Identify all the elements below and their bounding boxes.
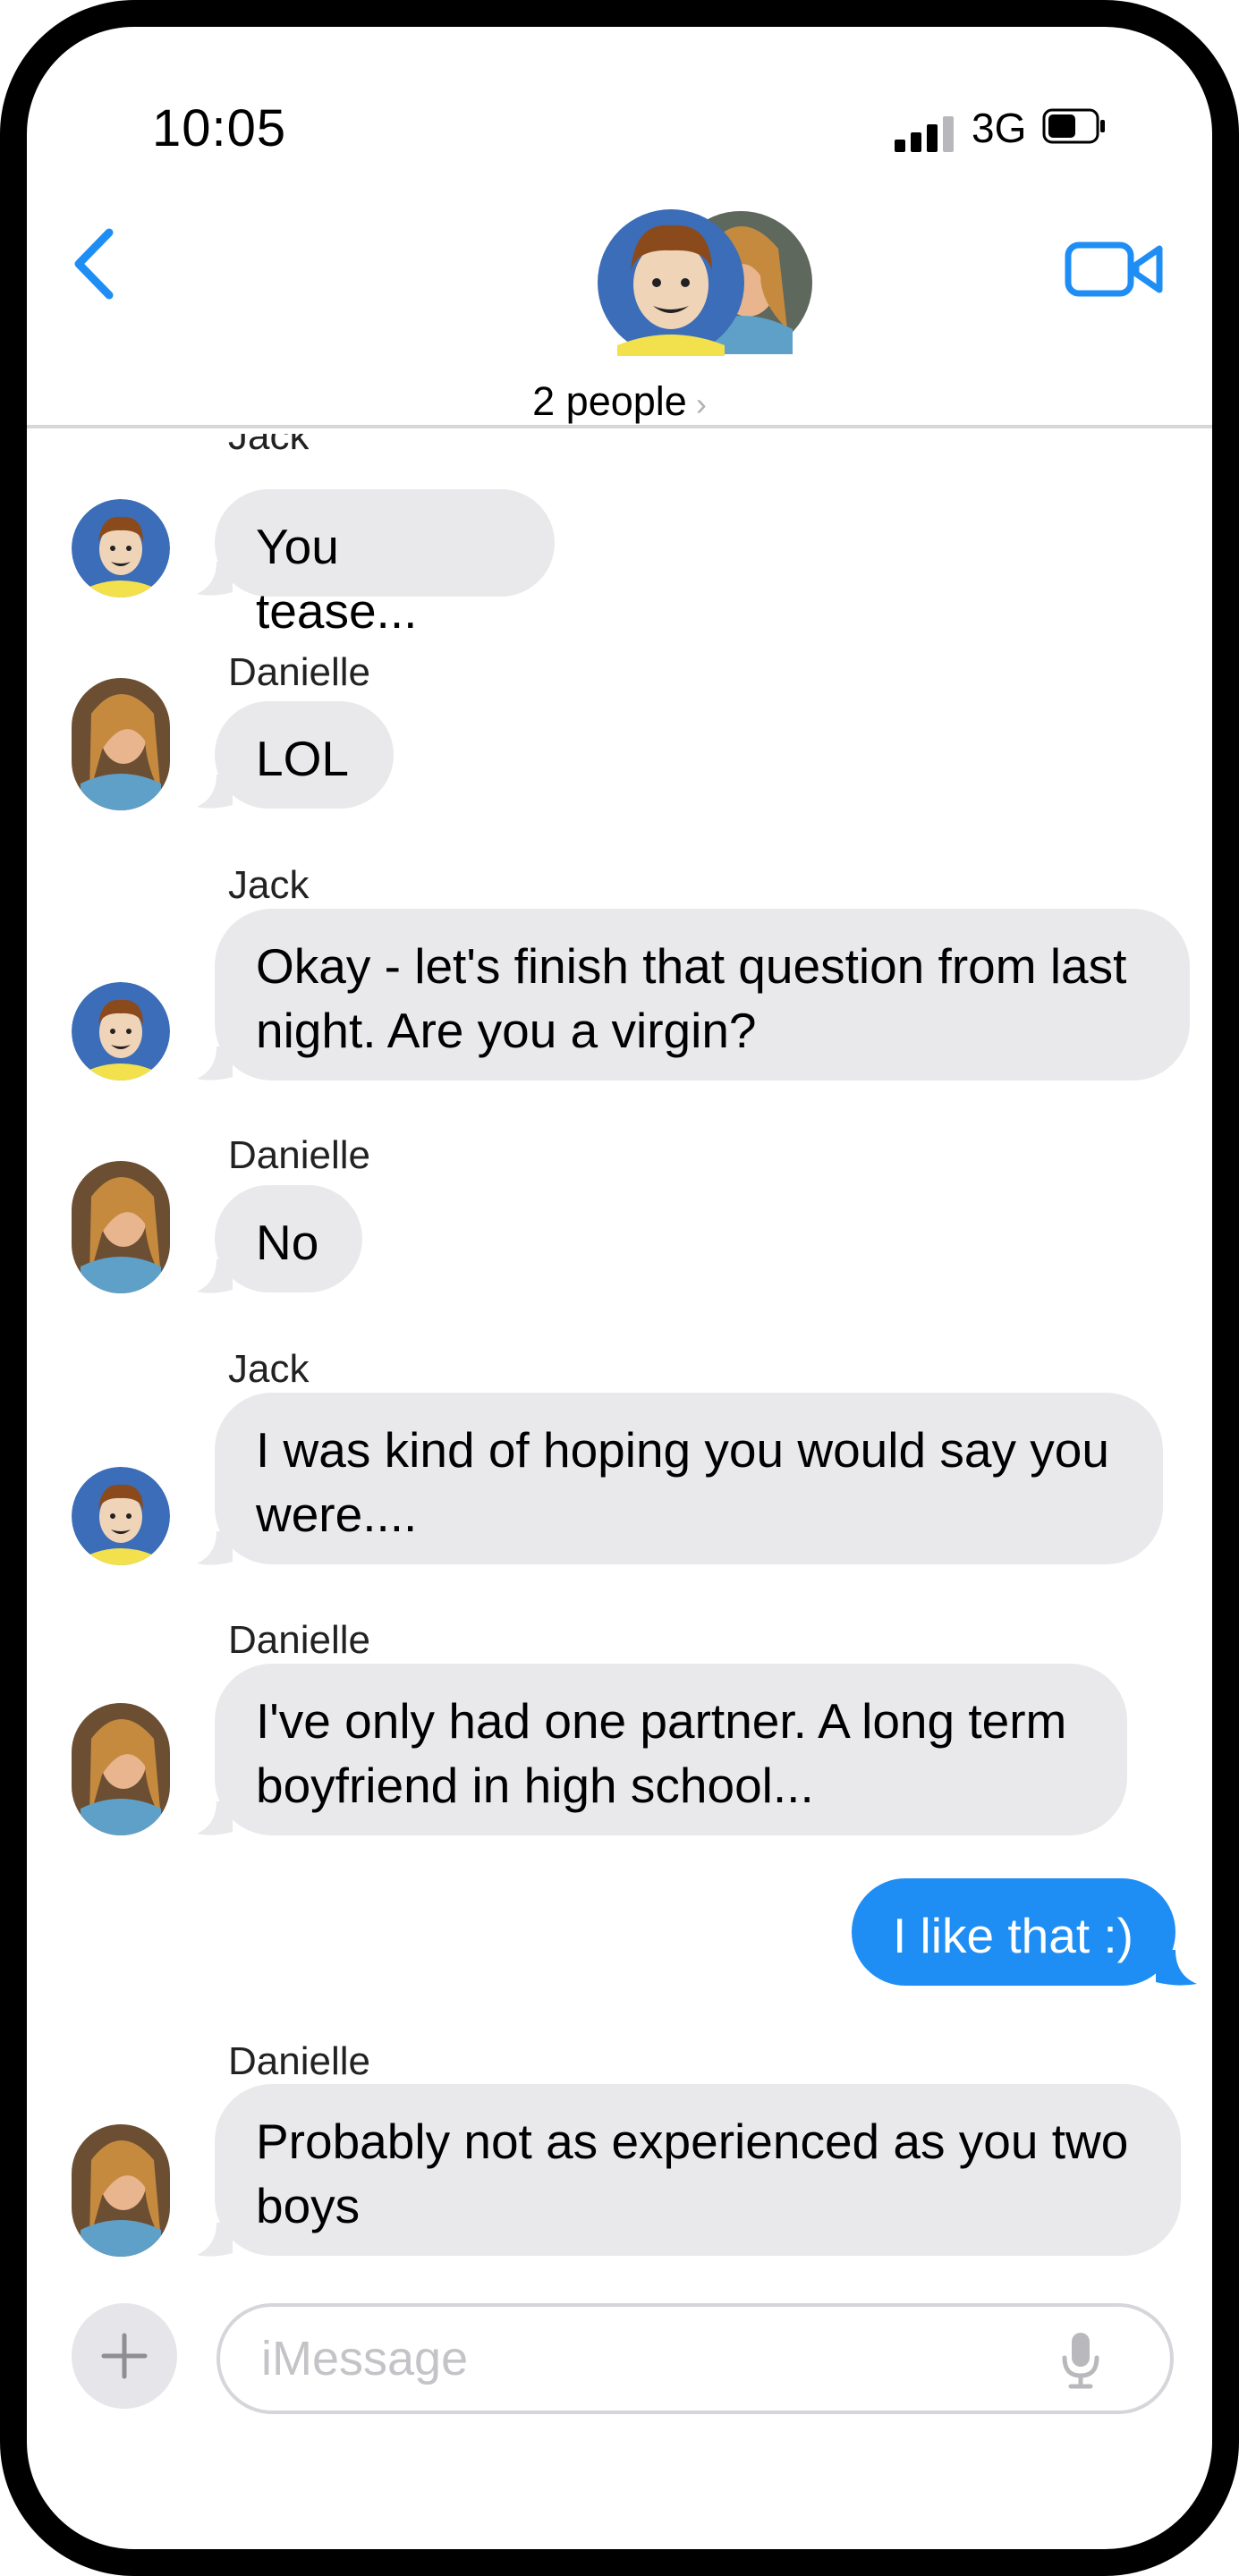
sender-name: Danielle [228, 1618, 370, 1662]
danielle-avatar [72, 678, 170, 810]
battery-icon [1042, 108, 1105, 144]
sender-name: Danielle [228, 650, 370, 694]
microphone-icon[interactable] [1060, 2331, 1101, 2390]
danielle-avatar [72, 1161, 170, 1293]
participants-count: 2 people [532, 378, 687, 424]
jack-avatar [598, 209, 744, 356]
group-avatars[interactable] [581, 195, 814, 374]
message-bubble[interactable]: I was kind of hoping you would say you w… [215, 1393, 1163, 1564]
video-camera-icon[interactable] [1065, 233, 1165, 304]
jack-avatar [72, 982, 170, 1080]
chevron-right-icon: › [695, 386, 707, 422]
participants-label[interactable]: 2 people › [27, 378, 1212, 425]
phone-screen: 10:05 3G 2 people › Jack You tease... Da… [0, 0, 1239, 2576]
message-bubble[interactable]: No [215, 1185, 362, 1292]
sender-name: Jack [228, 863, 310, 907]
header-divider [27, 425, 1212, 428]
imessage-placeholder: iMessage [261, 2332, 469, 2385]
add-attachment-button[interactable] [72, 2303, 177, 2409]
jack-avatar [72, 1467, 170, 1565]
chevron-left-icon[interactable] [63, 215, 125, 313]
cellular-signal-icon [895, 116, 954, 152]
message-bubble[interactable]: Probably not as experienced as you two b… [215, 2084, 1181, 2256]
danielle-avatar [72, 2124, 170, 2257]
sender-name: Danielle [228, 1133, 370, 1177]
plus-icon [101, 2333, 148, 2379]
message-bubble[interactable]: LOL [215, 701, 394, 809]
status-time: 10:05 [152, 99, 287, 157]
imessage-input[interactable]: iMessage [216, 2303, 1174, 2414]
sender-name: Jack [228, 1347, 310, 1391]
danielle-avatar [72, 1703, 170, 1835]
sender-name: Danielle [228, 2039, 370, 2083]
message-bubble-outgoing[interactable]: I like that :) [852, 1878, 1175, 1986]
message-bubble[interactable]: You tease... [215, 489, 555, 639]
jack-avatar [72, 499, 170, 597]
sender-name: Jack [228, 434, 310, 458]
message-bubble[interactable]: Okay - let's finish that question from l… [215, 909, 1190, 1080]
message-bubble[interactable]: I've only had one partner. A long term b… [215, 1664, 1127, 1835]
network-type: 3G [972, 105, 1027, 151]
